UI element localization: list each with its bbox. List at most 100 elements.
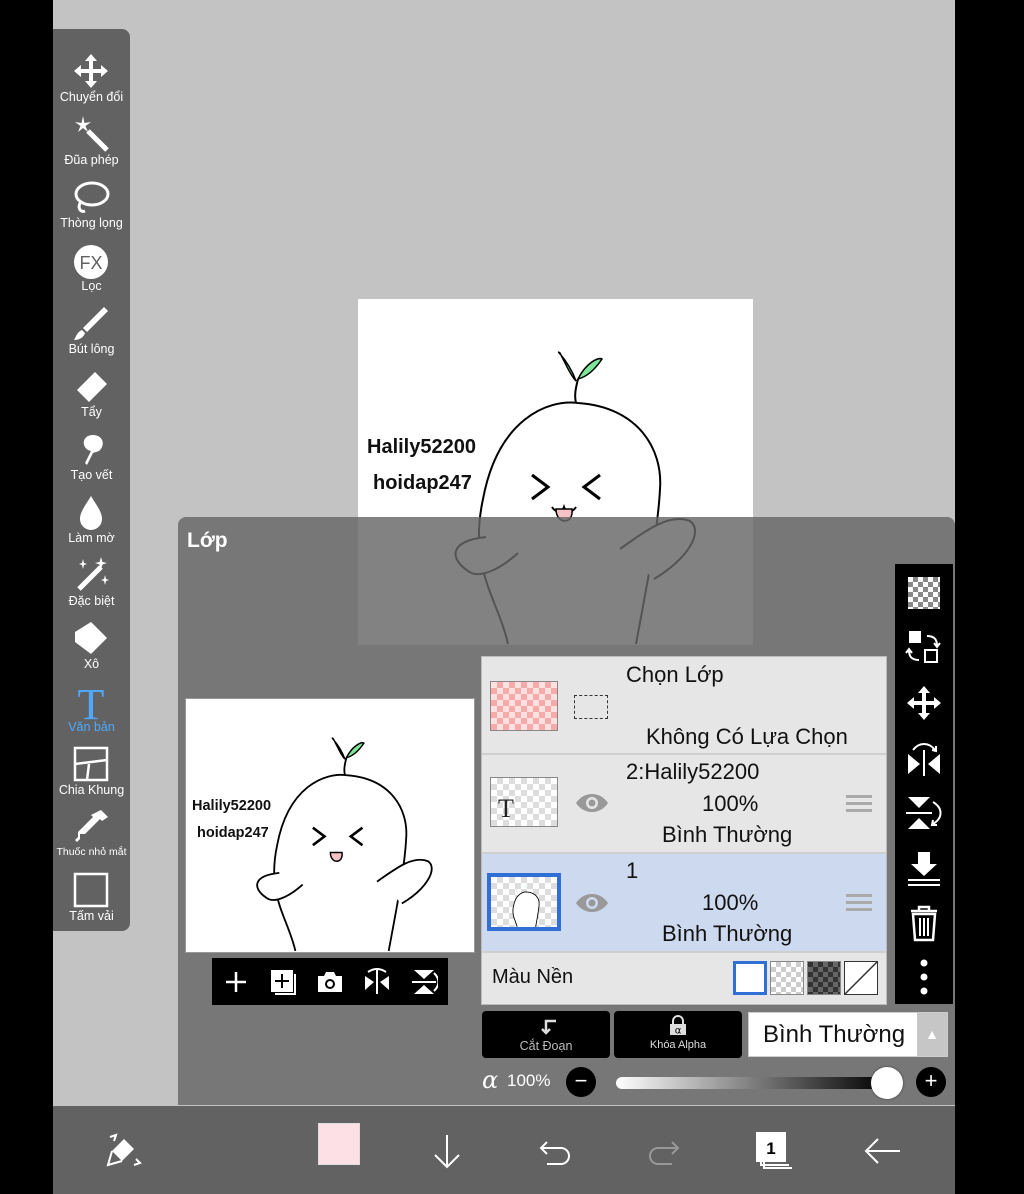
smudge-icon [83, 435, 103, 465]
preview-text-line2: hoidap247 [197, 825, 269, 841]
layers-icon: 1 [756, 1132, 792, 1169]
add-layer-copy-icon [270, 969, 296, 995]
merge-down-icon[interactable] [905, 850, 943, 888]
opacity-row: α 100% − + [478, 1065, 950, 1099]
drag-handle-icon[interactable] [846, 894, 872, 914]
layer-side-toolbar [895, 564, 953, 1004]
tool-label: Thuốc nhỏ mắt [56, 846, 127, 858]
canvas-text-line1: Halily52200 [367, 436, 476, 458]
clipping-label: Cắt Đoạn [519, 1039, 573, 1053]
alpha-value: 100% [507, 1071, 551, 1090]
eye-icon[interactable] [574, 791, 610, 815]
layer-opacity: 100% [702, 890, 759, 915]
tool-magic-wand[interactable]: Đũa phép [53, 102, 130, 167]
eye-icon[interactable] [574, 891, 610, 915]
clipping-button[interactable]: Cắt Đoạn [482, 1011, 610, 1058]
alpha-lock-button[interactable]: α Khóa Alpha [614, 1011, 742, 1058]
blend-mode-select[interactable]: Bình Thường ▲ [748, 1012, 948, 1057]
selection-layer-row[interactable]: Chọn Lớp Không Có Lựa Chọn [482, 657, 886, 755]
lasso-icon [74, 181, 110, 213]
opacity-slider[interactable] [616, 1077, 886, 1089]
layer-opacity: 100% [702, 791, 759, 816]
layer-row[interactable]: 1 100% Bình Thường [482, 854, 886, 953]
panel-title: Lớp [187, 529, 228, 552]
flip-vertical-button[interactable] [407, 965, 441, 999]
background-white-swatch[interactable] [733, 961, 767, 995]
tool-special[interactable]: Đặc biệt [53, 543, 130, 608]
camera-icon [317, 971, 342, 992]
tool-toolbar: Chuyển đổi Đũa phép Thòng lọng FX Lọc Bú… [53, 29, 130, 931]
checkerboard-icon [908, 577, 940, 609]
back-button[interactable] [857, 1126, 907, 1176]
layer-thumbnail [487, 873, 561, 931]
add-copy-layer-button[interactable] [266, 965, 300, 999]
tool-eraser[interactable]: Tẩy [53, 354, 130, 419]
move-layer-icon[interactable] [905, 684, 943, 722]
current-color-swatch[interactable] [318, 1123, 360, 1165]
text-icon: T [78, 681, 105, 721]
tool-text[interactable]: T Văn bản [53, 669, 130, 734]
svg-text:α: α [675, 1026, 682, 1037]
flip-layer-vertical-icon[interactable] [905, 794, 943, 832]
opacity-increase-button[interactable]: + [916, 1067, 946, 1097]
flip-layer-horizontal-icon[interactable] [905, 740, 943, 778]
layer-thumbnail: T [490, 777, 558, 827]
redo-button[interactable] [639, 1126, 689, 1176]
canvas-text-line2: hoidap247 [373, 472, 472, 494]
blend-mode-value: Bình Thường [763, 1021, 906, 1048]
tool-filter[interactable]: FX Lọc [53, 228, 130, 293]
background-transparent-swatch[interactable] [770, 961, 804, 995]
canvas-icon [73, 872, 109, 908]
drag-handle-icon[interactable] [846, 795, 872, 815]
text-layer-icon: T [498, 794, 514, 823]
eraser-icon [77, 372, 107, 402]
add-layer-button[interactable] [219, 965, 253, 999]
svg-text:T: T [78, 681, 105, 721]
arrow-left-icon [864, 1138, 900, 1164]
layer-panel: Lớp Halily52200 hoidap247 Chọn Lớp Không… [178, 517, 955, 1105]
opacity-decrease-button[interactable]: − [566, 1067, 596, 1097]
alpha-lock-label: Khóa Alpha [649, 1039, 707, 1051]
undo-button[interactable] [530, 1126, 580, 1176]
move-down-button[interactable] [422, 1126, 472, 1176]
tool-eyedropper[interactable]: Thuốc nhỏ mắt [53, 795, 130, 858]
preview-text-line1: Halily52200 [192, 798, 272, 814]
app-window: Chuyển đổi Đũa phép Thòng lọng FX Lọc Bú… [53, 0, 955, 1194]
tool-bucket[interactable]: Xô [53, 606, 130, 671]
selection-row-title: Chọn Lớp [626, 662, 724, 687]
move-icon [74, 54, 108, 88]
tool-lasso[interactable]: Thòng lọng [53, 165, 130, 230]
alpha-symbol: α [482, 1066, 499, 1094]
background-color-row: Màu Nền [482, 953, 886, 1004]
flip-horizontal-button[interactable] [360, 965, 394, 999]
checker-button[interactable] [905, 574, 943, 612]
camera-button[interactable] [313, 965, 347, 999]
layer-row[interactable]: T 2:Halily52200 100% Bình Thường [482, 755, 886, 854]
opacity-slider-handle[interactable] [871, 1067, 903, 1099]
svg-text:1: 1 [766, 1139, 775, 1158]
tool-transform[interactable]: Chuyển đổi [53, 39, 130, 104]
thumbnail-drawing [512, 884, 540, 927]
special-icon [77, 557, 109, 591]
quick-tools-button[interactable] [99, 1126, 149, 1176]
more-options-icon[interactable] [905, 958, 943, 996]
swap-layers-icon[interactable] [905, 628, 943, 666]
layers-button[interactable]: 1 [748, 1126, 798, 1176]
flip-vertical-icon [412, 969, 439, 994]
brush-icon [74, 307, 108, 340]
eyedropper-icon [75, 810, 108, 842]
tool-smudge[interactable]: Tạo vết [53, 417, 130, 482]
tool-label: Tấm vải [69, 909, 114, 923]
tool-canvas[interactable]: Tấm vải [53, 858, 130, 923]
tool-frame-divider[interactable]: Chia Khung [53, 732, 130, 797]
selection-row-subtitle: Không Có Lựa Chọn [646, 724, 848, 749]
flip-horizontal-icon [365, 967, 390, 994]
layer-name: 2:Halily52200 [626, 759, 760, 784]
trash-icon[interactable] [905, 904, 943, 942]
svg-text:FX: FX [79, 253, 102, 273]
tool-blur[interactable]: Làm mờ [53, 480, 130, 545]
background-dark-swatch[interactable] [807, 961, 841, 995]
tool-brush[interactable]: Bút lông [53, 291, 130, 356]
bottom-bar: 1 [53, 1106, 955, 1194]
background-none-swatch[interactable] [844, 961, 878, 995]
